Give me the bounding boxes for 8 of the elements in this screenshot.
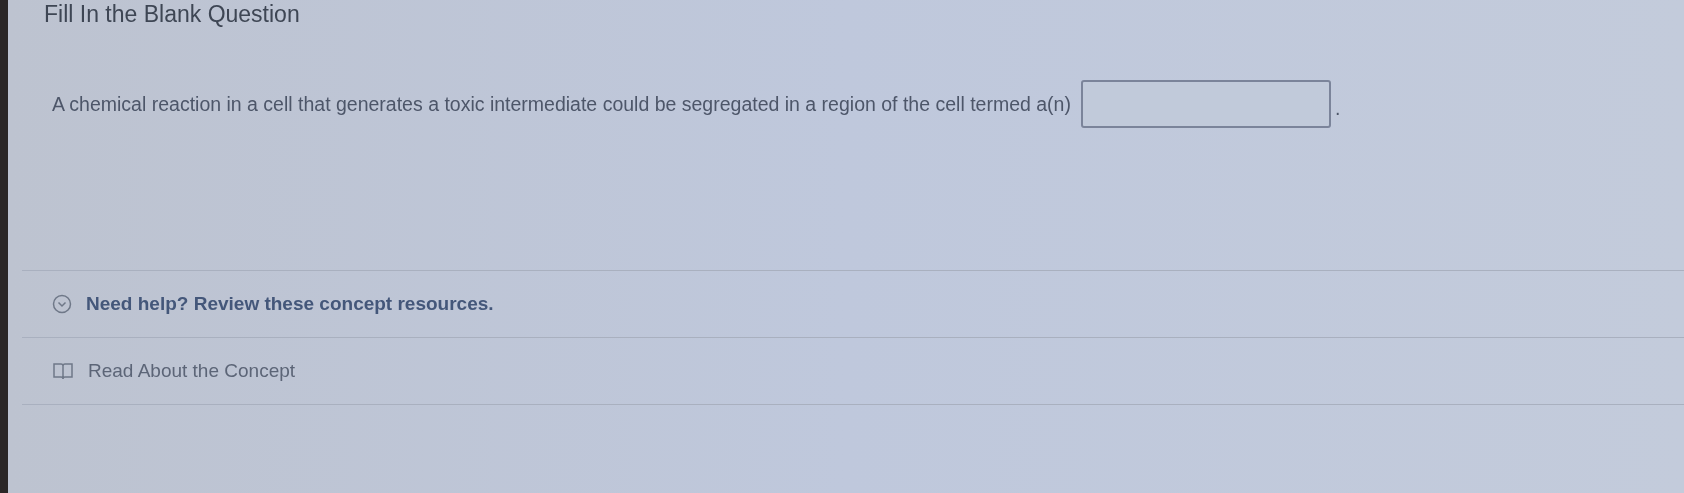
question-title: Fill In the Blank Question <box>44 0 301 28</box>
answer-box[interactable] <box>1080 80 1331 128</box>
question-text: A chemical reaction in a cell that generates a toxic intermediate could be segregated in a region of the cell termed a(n) <box>52 92 1071 116</box>
chevron-icon <box>52 294 72 314</box>
help-toggle[interactable]: Need help? Review these concept resources. <box>52 293 494 315</box>
book-icon <box>52 361 74 381</box>
resource-link[interactable]: Read About the Concept <box>52 360 296 382</box>
period-text: . <box>1334 97 1341 120</box>
